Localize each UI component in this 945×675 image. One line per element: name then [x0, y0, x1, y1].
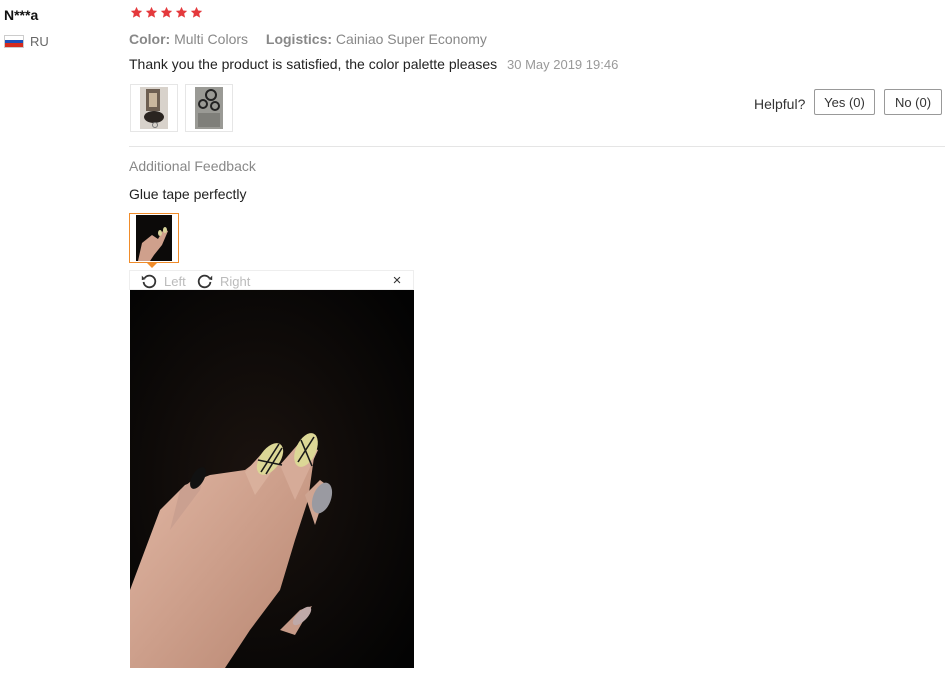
- review-text: Thank you the product is satisfied, the …: [129, 56, 498, 72]
- star-icon: [130, 6, 143, 18]
- additional-photo-thumbnail[interactable]: [129, 213, 179, 263]
- helpful-label: Helpful?: [754, 96, 806, 112]
- star-rating: [130, 6, 203, 19]
- star-icon: [145, 6, 158, 18]
- russia-flag-icon: [4, 35, 24, 48]
- rotate-left-button[interactable]: Left: [140, 272, 186, 290]
- image-viewer-toolbar: Left Right ×: [129, 270, 414, 290]
- hand-nails-photo: [130, 290, 414, 668]
- review-text-line: Thank you the product is satisfied, the …: [129, 56, 618, 72]
- close-viewer-icon[interactable]: ×: [390, 272, 404, 289]
- rotate-right-icon: [197, 274, 213, 289]
- additional-feedback-title: Additional Feedback: [129, 158, 256, 174]
- logistics-value: Cainiao Super Economy: [335, 31, 487, 47]
- star-icon: [160, 6, 173, 18]
- rotate-right-label: Right: [220, 273, 251, 289]
- review-photo-thumbnail-1[interactable]: [130, 84, 178, 132]
- reviewer-name: N***a: [4, 7, 39, 23]
- enlarged-review-photo: [130, 290, 414, 668]
- rotate-left-label: Left: [164, 273, 186, 289]
- review-photo-thumbnail-2[interactable]: [185, 84, 233, 132]
- additional-photo-image: [136, 215, 172, 261]
- helpful-yes-button[interactable]: Yes (0): [814, 89, 875, 115]
- logistics-label: Logistics:: [265, 31, 333, 47]
- reviewer-country: RU: [4, 34, 49, 49]
- color-label: Color:: [129, 31, 171, 47]
- star-icon: [190, 6, 203, 18]
- photo-2-image: [195, 87, 223, 129]
- country-code: RU: [30, 34, 49, 49]
- additional-feedback-text: Glue tape perfectly: [129, 186, 247, 202]
- rotate-left-icon: [141, 274, 157, 289]
- review-date: 30 May 2019 19:46: [507, 57, 619, 72]
- star-icon: [175, 6, 188, 18]
- color-value: Multi Colors: [174, 31, 249, 47]
- order-attributes: Color: Multi Colors Logistics: Cainiao S…: [129, 31, 501, 47]
- active-thumbnail-caret: [146, 262, 158, 268]
- photo-1-image: [140, 87, 168, 129]
- section-divider: [129, 146, 945, 147]
- rotate-right-button[interactable]: Right: [196, 272, 250, 290]
- helpful-no-button[interactable]: No (0): [884, 89, 942, 115]
